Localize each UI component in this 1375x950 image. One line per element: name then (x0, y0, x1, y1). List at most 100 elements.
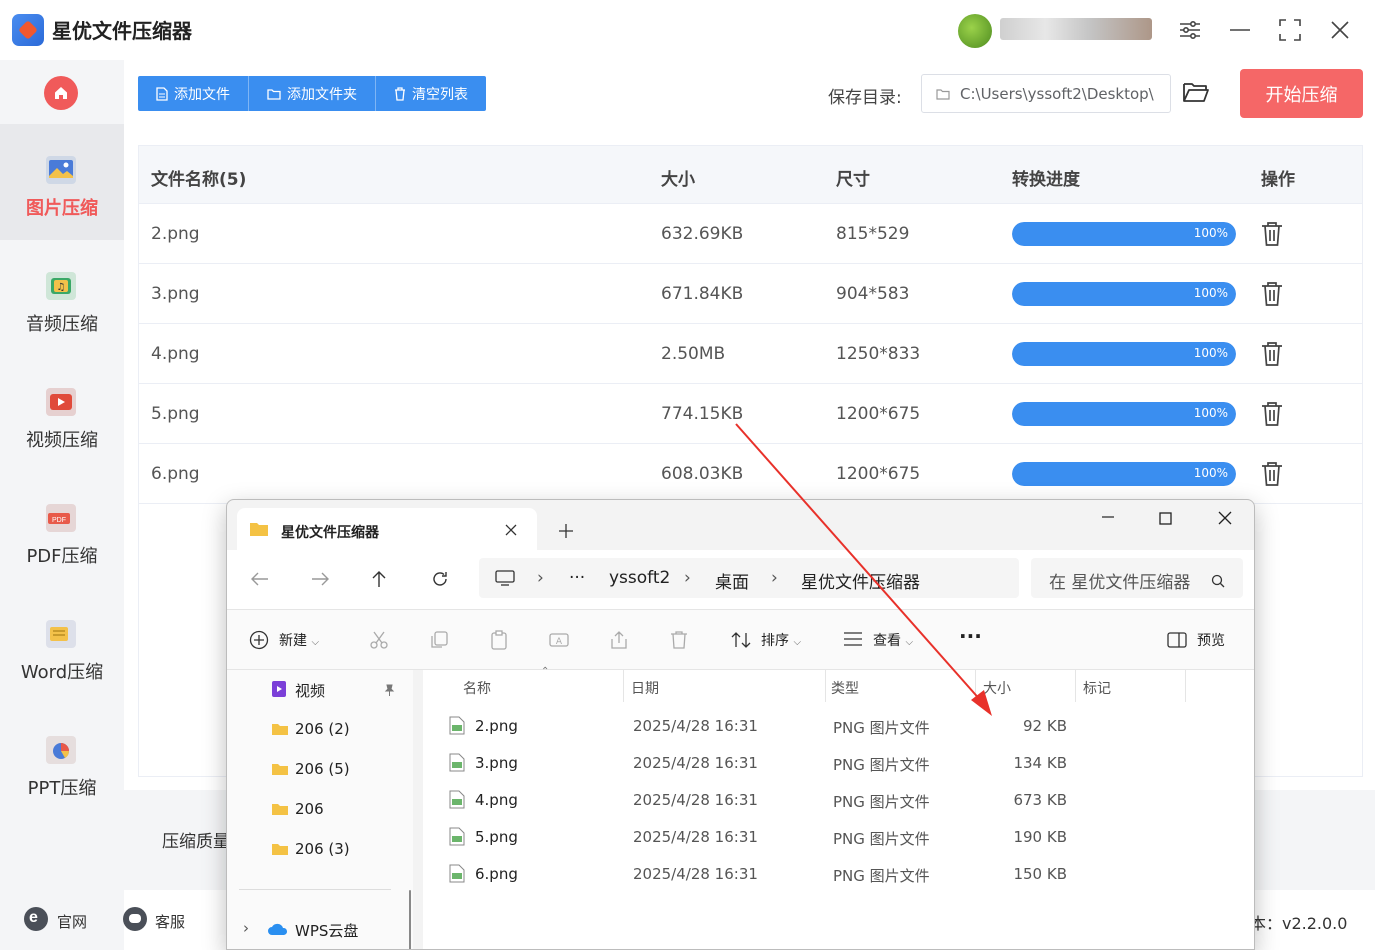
sidebar-item-ppt[interactable]: PPT压缩 (0, 704, 124, 820)
copy-icon[interactable] (429, 630, 449, 650)
table-row[interactable]: 5.png 774.15KB 1200*675 100% (139, 384, 1362, 444)
forward-icon[interactable] (311, 572, 329, 586)
sort-icon (731, 632, 751, 648)
svg-text:PDF: PDF (52, 517, 66, 524)
file-list: ⌃ 名称 日期 类型 大小 标记 2.png 2025/4/28 16:31 PNG… (423, 666, 1254, 949)
breadcrumb-item[interactable]: 星优文件压缩器 (801, 568, 920, 593)
new-tab-icon[interactable] (559, 524, 573, 538)
column-divider[interactable] (825, 670, 826, 702)
sidebar-item-audio[interactable]: ♫ 音频压缩 (0, 240, 124, 356)
col-date-header[interactable]: 日期 (631, 678, 659, 698)
delete-row-icon[interactable] (1261, 341, 1283, 367)
sidebar-item-image[interactable]: 图片压缩 (0, 124, 124, 240)
close-tab-icon[interactable] (505, 524, 517, 536)
delete-row-icon[interactable] (1261, 221, 1283, 247)
column-divider[interactable] (1075, 670, 1076, 702)
home-button[interactable] (44, 76, 78, 110)
column-divider[interactable] (623, 670, 624, 702)
service-icon[interactable] (123, 907, 147, 931)
file-row[interactable]: 4.png 2025/4/28 16:31 PNG 图片文件 673 KB (423, 782, 1254, 819)
sort-button[interactable]: 排序 ⌵ (761, 630, 801, 650)
browse-folder-icon[interactable] (1182, 80, 1210, 108)
file-explorer-window: 星优文件压缩器 › ··· yssoft2 › 桌面 › 星优文件压缩器 在 星… (226, 499, 1255, 950)
nav-item-label: 206 (5) (295, 760, 350, 778)
command-bar: 新建 ⌵ A 排序 ⌵ 查看 ⌵ ··· 预览 (227, 610, 1254, 670)
sidebar-item-label: PDF压缩 (26, 546, 98, 567)
table-row[interactable]: 6.png 608.03KB 1200*675 100% (139, 444, 1362, 504)
more-options-icon[interactable]: ··· (959, 624, 982, 648)
add-folder-button[interactable]: 添加文件夹 (249, 76, 376, 111)
explorer-minimize-icon[interactable] (1101, 510, 1115, 524)
save-directory-input[interactable]: C:\Users\yssoft2\Desktop\ (921, 74, 1171, 113)
cut-icon[interactable] (369, 630, 389, 650)
avatar[interactable] (958, 14, 992, 48)
file-size-cell: 774.15KB (661, 404, 744, 424)
start-compress-button[interactable]: 开始压缩 (1240, 69, 1363, 118)
col-size-header[interactable]: 大小 (983, 678, 1011, 698)
table-row[interactable]: 4.png 2.50MB 1250*833 100% (139, 324, 1362, 384)
column-divider[interactable] (1185, 670, 1186, 702)
up-icon[interactable] (372, 570, 386, 588)
file-type: PNG 图片文件 (833, 793, 930, 811)
add-file-button[interactable]: 添加文件 (138, 76, 249, 111)
close-button[interactable] (1326, 16, 1354, 44)
column-divider[interactable] (975, 670, 976, 702)
file-date: 2025/4/28 16:31 (633, 754, 758, 772)
col-type-header[interactable]: 类型 (831, 678, 859, 698)
explorer-maximize-icon[interactable] (1159, 512, 1173, 526)
progress-text: 100% (1193, 286, 1228, 300)
col-tag-header[interactable]: 标记 (1083, 678, 1111, 698)
share-icon[interactable] (609, 630, 629, 650)
delete-row-icon[interactable] (1261, 281, 1283, 307)
breadcrumb[interactable]: › ··· yssoft2 › 桌面 › 星优文件压缩器 (479, 558, 1019, 598)
col-name-header[interactable]: 名称 (463, 678, 491, 698)
website-icon[interactable]: e (24, 907, 48, 931)
delete-row-icon[interactable] (1261, 461, 1283, 487)
service-link[interactable]: 客服 (155, 911, 185, 932)
delete-row-icon[interactable] (1261, 401, 1283, 427)
png-file-icon (449, 864, 465, 883)
file-row[interactable]: 3.png 2025/4/28 16:31 PNG 图片文件 134 KB (423, 745, 1254, 782)
breadcrumb-item[interactable]: yssoft2 (609, 568, 670, 588)
file-name-cell: 4.png (151, 344, 200, 364)
sidebar-item-word[interactable]: Word压缩 (0, 588, 124, 704)
maximize-button[interactable] (1276, 16, 1304, 44)
nav-item-label: WPS云盘 (295, 922, 359, 940)
paste-icon[interactable] (489, 630, 509, 650)
file-toolbar: 添加文件 添加文件夹 清空列表 (138, 76, 486, 111)
file-row[interactable]: 2.png 2025/4/28 16:31 PNG 图片文件 92 KB (423, 708, 1254, 745)
file-size-cell: 671.84KB (661, 284, 744, 304)
minimize-button[interactable] (1226, 16, 1254, 44)
file-row[interactable]: 5.png 2025/4/28 16:31 PNG 图片文件 190 KB (423, 819, 1254, 856)
explorer-close-icon[interactable] (1218, 511, 1232, 525)
search-icon (1211, 574, 1225, 588)
preview-button[interactable]: 预览 (1197, 630, 1225, 650)
folder-icon (250, 523, 268, 536)
rename-icon[interactable]: A (549, 630, 569, 650)
view-button[interactable]: 查看 ⌵ (873, 630, 913, 650)
delete-icon[interactable] (669, 630, 689, 650)
clear-list-button[interactable]: 清空列表 (376, 76, 486, 111)
nav-scrollbar[interactable] (409, 890, 411, 949)
sidebar-item-video[interactable]: 视频压缩 (0, 356, 124, 472)
table-row[interactable]: 2.png 632.69KB 815*529 100% (139, 204, 1362, 264)
new-button[interactable]: 新建 ⌵ (279, 630, 319, 650)
table-row[interactable]: 3.png 671.84KB 904*583 100% (139, 264, 1362, 324)
file-row[interactable]: 6.png 2025/4/28 16:31 PNG 图片文件 150 KB (423, 856, 1254, 893)
website-link[interactable]: 官网 (57, 911, 87, 932)
chevron-right-icon[interactable]: › (243, 919, 249, 937)
progress-bar: 100% (1012, 402, 1236, 426)
settings-sliders-icon[interactable] (1176, 16, 1204, 44)
word-icon (46, 620, 76, 648)
user-name-blurred[interactable] (1000, 18, 1152, 40)
refresh-icon[interactable] (432, 571, 448, 587)
breadcrumb-item[interactable]: 桌面 (715, 568, 749, 593)
sidebar-item-pdf[interactable]: PDF PDF压缩 (0, 472, 124, 588)
nav-item-label: 206 (3) (295, 840, 350, 858)
chevron-right-icon: › (537, 568, 544, 588)
more-crumbs-icon[interactable]: ··· (569, 568, 585, 588)
back-icon[interactable] (251, 572, 269, 586)
pin-icon[interactable] (383, 684, 395, 696)
explorer-tab[interactable]: 星优文件压缩器 (237, 508, 537, 550)
file-name: 6.png (475, 865, 518, 883)
